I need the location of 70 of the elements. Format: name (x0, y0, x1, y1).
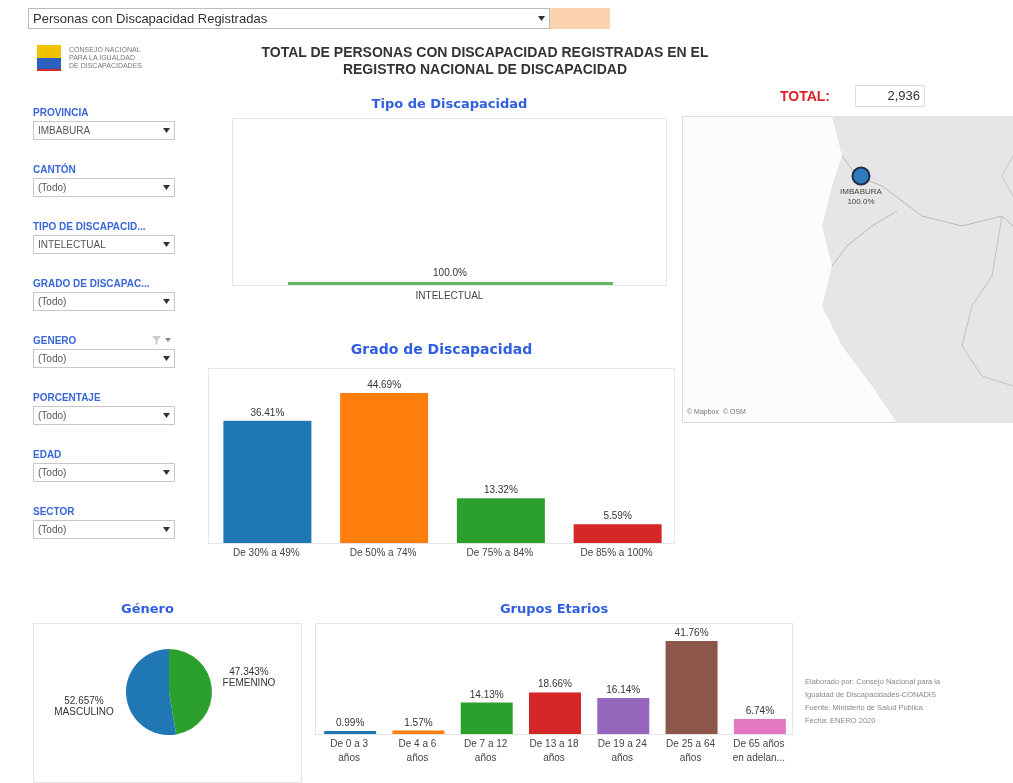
bar (529, 692, 581, 734)
category-label: De 19 a 24 años (596, 737, 648, 765)
chart-title: Grado de Discapacidad (349, 339, 534, 359)
category-label: De 75% a 84% (465, 545, 535, 560)
category-label: De 0 a 3 años (329, 737, 370, 765)
filter-dropdown[interactable]: (Todo) (33, 349, 175, 368)
value-label: 0.99% (335, 717, 365, 728)
filter-dropdown[interactable]: (Todo) (33, 406, 175, 425)
value-label: 6.74% (745, 705, 775, 716)
value-label: 100.0% (433, 266, 467, 278)
value-label: 41.76% (674, 627, 709, 638)
filter-label: PROVINCIA (33, 105, 89, 120)
category-label: De 65 años en adelan... (731, 737, 786, 765)
value-label: 16.14% (606, 684, 641, 696)
caret-icon[interactable] (165, 338, 171, 342)
caret-icon (538, 16, 545, 21)
category-label: De 30% a 49% (232, 545, 301, 560)
filter-dropdown[interactable]: INTELECTUAL (33, 235, 175, 254)
caret-icon (163, 185, 170, 190)
caret-icon (163, 470, 170, 475)
total-value: 2,936 (855, 85, 926, 107)
filter-dropdown[interactable]: IMBABURA (33, 121, 175, 140)
caret-icon (163, 527, 170, 532)
slice-label: 52.657% MASCULINO (54, 695, 114, 717)
category-label: De 13 a 18 años (528, 737, 580, 765)
logo-icon (37, 45, 61, 71)
report-dropdown[interactable]: Personas con Discapacidad Registradas (28, 8, 550, 29)
caret-icon (163, 299, 170, 304)
filter-dropdown[interactable]: (Todo) (33, 463, 175, 482)
value-label: 14.13% (469, 688, 504, 700)
filter-label: CANTÓN (33, 162, 76, 177)
filter-label: GRADO DE DISCAPAC... (33, 276, 150, 291)
marker-label: IMBABURA (840, 187, 882, 197)
category-label: De 50% a 74% (348, 545, 418, 560)
filter-label: SECTOR (33, 504, 75, 519)
filter-dropdown[interactable]: (Todo) (33, 178, 175, 197)
bar (597, 698, 650, 734)
dashboard-title: TOTAL DE PERSONAS CON DISCAPACIDAD REGISTRADAS EN EL REGISTRO NACIONAL DE DISCAPACIDAD (260, 44, 710, 78)
filter-dropdown[interactable]: (Todo) (33, 520, 175, 539)
value-label: 18.66% (538, 678, 572, 690)
category-label: De 25 a 64 años (665, 737, 716, 765)
filter-label: TIPO DE DISCAPACID... (33, 219, 146, 234)
filter-dropdown[interactable]: (Todo) (33, 292, 175, 311)
total-label: TOTAL: (780, 86, 831, 106)
caret-icon (163, 242, 170, 247)
value-label: 1.57% (404, 716, 433, 728)
chart-title: Grupos Etarios (498, 600, 610, 618)
marker-value: 100.0% (847, 197, 875, 207)
category-label: De 7 a 12 años (463, 737, 509, 765)
caret-icon (163, 128, 170, 133)
filter-label: PORCENTAJE (33, 390, 101, 405)
value-label: 36.41% (250, 406, 285, 418)
slice-label: 47.343% FEMENINO (222, 666, 276, 688)
caret-icon (163, 356, 170, 361)
chart-title: Tipo de Discapacidad (370, 95, 529, 113)
highlight-swatch (550, 8, 610, 29)
value-label: 13.32% (483, 483, 518, 495)
value-label: 5.59% (603, 509, 632, 521)
bar (733, 719, 786, 734)
bar (392, 730, 445, 734)
filter-label: GENERO (33, 333, 77, 348)
category-label: De 85% a 100% (579, 545, 654, 560)
filter-label: EDAD (33, 447, 62, 462)
caret-icon (163, 413, 170, 418)
category-label: De 4 a 6 años (397, 737, 438, 765)
bar (460, 702, 513, 734)
value-label: 44.69% (367, 378, 402, 390)
bar (324, 731, 377, 734)
category-label: INTELECTUAL (415, 288, 484, 303)
chart-title: Género (120, 600, 175, 618)
